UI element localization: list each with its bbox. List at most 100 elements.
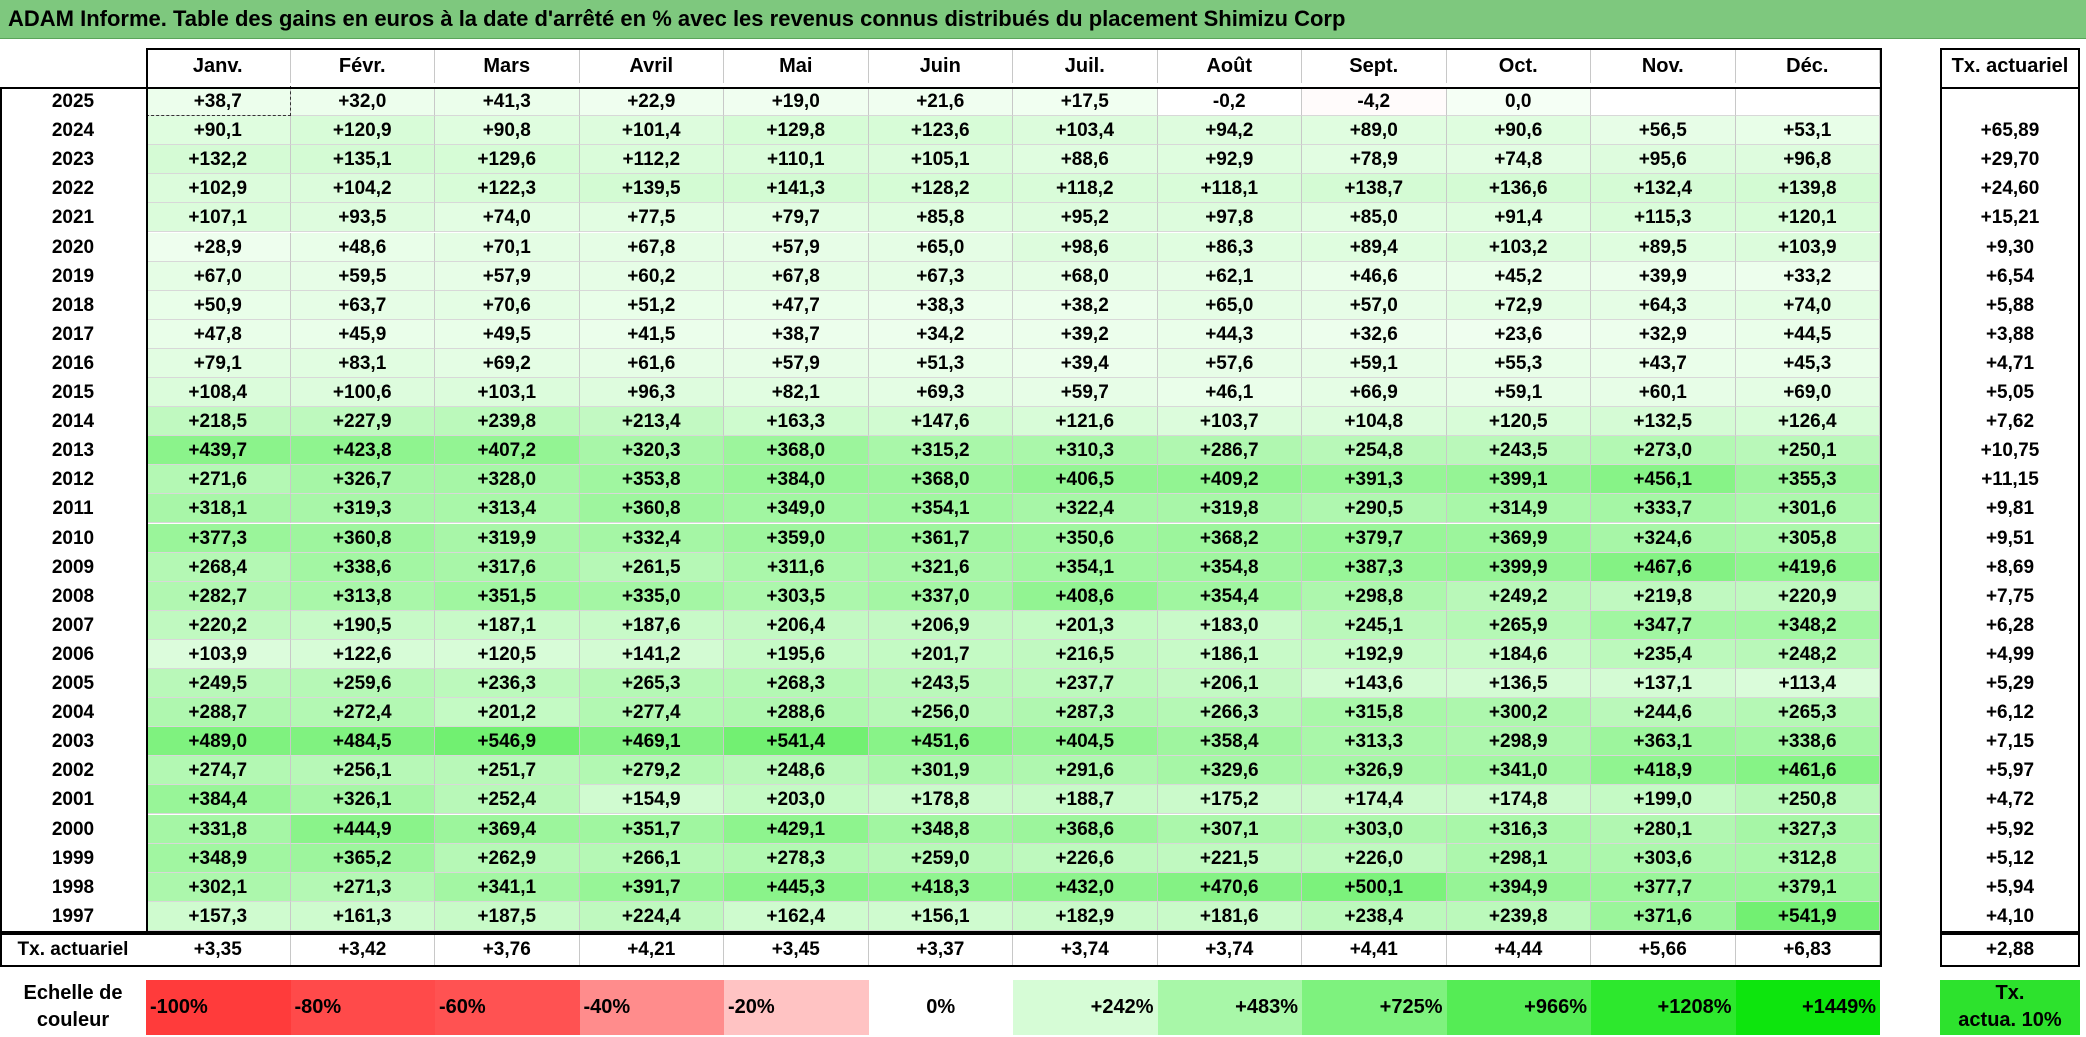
table-cell: +67,0	[146, 261, 291, 291]
table-cell: +88,6	[1013, 145, 1158, 175]
year-label: 2007	[51, 614, 95, 636]
summary-cell: +4,21	[580, 933, 724, 965]
color-scale-tx-line1: Tx.	[1995, 982, 2025, 1004]
tx-actuariel-value: +9,30	[1985, 236, 2035, 258]
table-cell: +394,9	[1446, 872, 1591, 902]
color-scale-swatch: -40%	[579, 980, 724, 1035]
table-cell: +91,4	[1446, 203, 1591, 233]
table-cell: +314,9	[1446, 494, 1591, 524]
year-label: 2025	[51, 91, 95, 112]
year-label: 1999	[51, 847, 95, 869]
table-cell: +79,1	[146, 348, 291, 378]
table-cell: +136,6	[1446, 174, 1591, 204]
year-label: 2003	[51, 731, 95, 753]
summary-cell: +4,44	[1447, 933, 1591, 965]
table-cell: +341,0	[1446, 756, 1591, 786]
table-cell: +45,2	[1446, 261, 1591, 291]
table-cell: +120,5	[1446, 407, 1591, 437]
summary-cell: +3,76	[435, 933, 580, 965]
table-cell: +226,0	[1302, 843, 1447, 873]
table-cell: +104,8	[1302, 407, 1447, 437]
table-cell: +239,8	[435, 407, 580, 437]
year-label: 2006	[51, 643, 95, 665]
table-cell: +461,6	[1735, 756, 1880, 786]
table-cell: +46,1	[1157, 378, 1302, 408]
table-cell: +312,8	[1735, 843, 1880, 873]
table-cell: +354,4	[1157, 581, 1302, 611]
tx-actuariel-value: +4,10	[1985, 905, 2035, 927]
table-cell: +157,3	[146, 901, 291, 931]
table-cell: +338,6	[290, 552, 435, 582]
color-scale-tx-line2: actua. 10%	[1958, 1009, 2062, 1031]
table-cell: +45,3	[1735, 348, 1880, 378]
table-cell: +484,5	[290, 727, 435, 757]
table-cell: +32,0	[290, 87, 435, 117]
table-cell: +220,2	[146, 610, 291, 640]
tx-actuariel-value: +4,72	[1985, 789, 2035, 811]
table-cell: +206,1	[1157, 669, 1302, 699]
table-cell: +384,0	[724, 465, 869, 495]
tx-actuariel-value: +9,51	[1985, 527, 2035, 549]
table-cell: +290,5	[1302, 494, 1447, 524]
table-cell: +59,7	[1013, 378, 1158, 408]
table-cell: +331,8	[146, 814, 291, 844]
tx-actuariel-value: +5,92	[1985, 818, 2035, 840]
table-cell: +64,3	[1591, 290, 1736, 320]
table-cell: +83,1	[290, 348, 435, 378]
table-cell: +79,7	[724, 203, 869, 233]
table-cell: +341,1	[435, 872, 580, 902]
table-cell: +188,7	[1013, 785, 1158, 815]
table-cell: +326,1	[290, 785, 435, 815]
color-scale-swatch: -60%	[435, 980, 580, 1035]
table-cell: +89,4	[1302, 232, 1447, 262]
table-cell: +43,7	[1591, 348, 1736, 378]
table-cell: +135,1	[290, 145, 435, 175]
table-cell: +21,6	[868, 87, 1013, 117]
table-cell: +259,0	[868, 843, 1013, 873]
table-cell: +90,6	[1446, 116, 1591, 146]
tx-actuariel-value: +65,89	[1980, 120, 2040, 142]
table-cell: +57,6	[1157, 348, 1302, 378]
tx-actuariel-value: +6,12	[1985, 702, 2035, 724]
table-cell: +118,1	[1157, 174, 1302, 204]
table-cell: +377,3	[146, 523, 291, 553]
summary-cell: +6,83	[1736, 933, 1880, 965]
table-cell: +368,0	[868, 465, 1013, 495]
table-cell: +49,5	[435, 319, 580, 349]
year-label: 2013	[51, 440, 95, 462]
table-cell: -0,2	[1157, 87, 1302, 117]
table-cell: +329,6	[1157, 756, 1302, 786]
table-cell: +266,1	[579, 843, 724, 873]
table-cell: +333,7	[1591, 494, 1736, 524]
table-cell: +59,1	[1302, 348, 1447, 378]
summary-cell: +3,45	[724, 933, 869, 965]
table-cell: +17,5	[1013, 87, 1158, 117]
table-cell: +61,6	[579, 348, 724, 378]
table-cell: +302,1	[146, 872, 291, 902]
table-cell: +120,9	[290, 116, 435, 146]
tx-actuariel-value: +7,75	[1985, 585, 2035, 607]
table-cell: +298,1	[1446, 843, 1591, 873]
summary-cell: +5,66	[1591, 933, 1736, 965]
table-cell: +44,3	[1157, 319, 1302, 349]
table-cell: +227,9	[290, 407, 435, 437]
table-cell: +162,4	[724, 901, 869, 931]
table-cell: +86,3	[1157, 232, 1302, 262]
table-cell: +391,3	[1302, 465, 1447, 495]
table-cell: +391,7	[579, 872, 724, 902]
table-cell: +102,9	[146, 174, 291, 204]
table-cell: +132,5	[1591, 407, 1736, 437]
table-cell: +96,8	[1735, 145, 1880, 175]
table-cell: +103,4	[1013, 116, 1158, 146]
tx-actuariel-value: +11,15	[1981, 469, 2039, 491]
table-cell: +74,8	[1446, 145, 1591, 175]
tx-actuariel-value: +24,60	[1980, 178, 2040, 200]
table-cell: +303,5	[724, 581, 869, 611]
table-cell: +268,3	[724, 669, 869, 699]
month-header: Juil.	[1013, 50, 1158, 83]
table-cell: +62,1	[1157, 261, 1302, 291]
table-cell: +328,0	[435, 465, 580, 495]
table-cell: +399,9	[1446, 552, 1591, 582]
table-cell: +322,4	[1013, 494, 1158, 524]
table-cell: +359,0	[724, 523, 869, 553]
